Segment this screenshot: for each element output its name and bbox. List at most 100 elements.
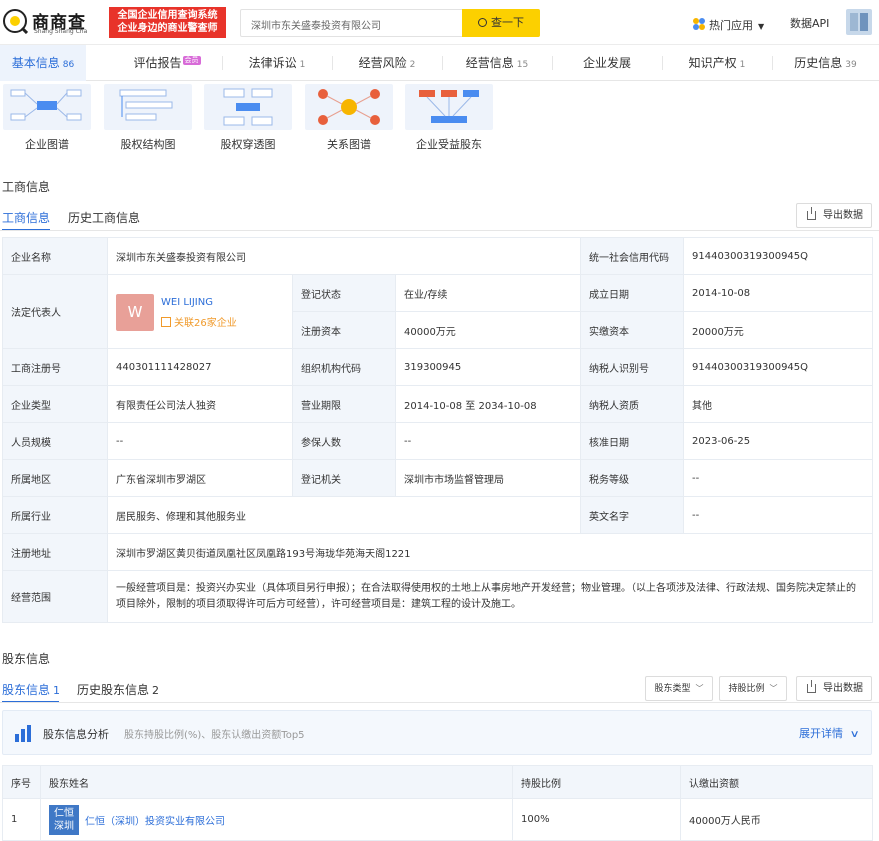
search-box[interactable]: 深圳市东关盛泰投资有限公司 查一下 xyxy=(240,9,540,37)
authority-value: 深圳市市场监督管理局 xyxy=(395,459,581,497)
graph-card-equity-structure[interactable] xyxy=(104,84,192,130)
equity-structure-icon xyxy=(119,89,173,121)
top-header: 商商查 Shang Shang Cha 全国企业信用查询系统 企业身边的商业警查… xyxy=(0,0,879,45)
divider xyxy=(0,702,879,703)
avatar-icon xyxy=(850,13,868,31)
tab-history[interactable]: 历史信息 39 xyxy=(772,45,879,81)
filter-label: 持股比例 xyxy=(728,684,765,694)
hot-apps-menu[interactable]: 热门应用 ▼ xyxy=(692,15,764,33)
tab-operations[interactable]: 经营信息 15 xyxy=(442,45,552,81)
main-tabs: 基本信息 86 评估报告 会员 法律诉讼 1 经营风险 2 经营信息 15 企业发展 知识… xyxy=(0,45,879,81)
row-number: 1 xyxy=(2,798,41,841)
data-api-link[interactable]: 数据API xyxy=(790,15,829,31)
tab-ip[interactable]: 知识产权 1 xyxy=(662,45,772,81)
shareholder-analysis-bar[interactable]: 股东信息分析 股东持股比例(%)、股东认缴出资额Top5 展开详情 ∨ xyxy=(2,710,872,755)
export-label: 导出数据 xyxy=(823,683,863,694)
reg-no-label: 工商注册号 xyxy=(2,348,108,386)
export-button[interactable]: 导出数据 xyxy=(796,203,872,228)
tab-basic-info[interactable]: 基本信息 86 xyxy=(0,45,86,81)
tab-evaluation-report[interactable]: 评估报告 会员 xyxy=(112,45,222,81)
shareholder-table: 序号 股东姓名 持股比例 认缴出资额 1 仁恒深圳 仁恒（深圳）投资实业有限公司 … xyxy=(2,765,873,841)
paid-capital-value: 20000万元 xyxy=(683,311,873,349)
founded-label: 成立日期 xyxy=(580,274,684,312)
authority-label: 登记机关 xyxy=(292,459,396,497)
vip-badge: 会员 xyxy=(182,56,201,65)
subtab-shareholders[interactable]: 股东信息 1 xyxy=(2,681,60,698)
logo-subtitle: Shang Shang Cha xyxy=(34,28,88,35)
tab-risk[interactable]: 经营风险 2 xyxy=(332,45,442,81)
graph-label[interactable]: 企业图谱 xyxy=(3,136,91,152)
tab-count: 86 xyxy=(62,60,75,70)
graph-label[interactable]: 股权穿透图 xyxy=(204,136,292,152)
graph-card-beneficiary[interactable] xyxy=(405,84,493,130)
tab-development[interactable]: 企业发展 xyxy=(552,45,662,81)
graph-label[interactable]: 关系图谱 xyxy=(305,136,393,152)
legal-rep-label: 法定代表人 xyxy=(2,274,108,349)
site-logo[interactable]: 商商查 Shang Shang Cha xyxy=(2,6,94,38)
bar-chart-icon xyxy=(15,725,31,742)
analysis-description: 股东持股比例(%)、股东认缴出资额Top5 xyxy=(124,730,305,741)
subtab-label: 历史股东信息 xyxy=(77,683,150,697)
promo-banner[interactable]: 全国企业信用查询系统 企业身边的商业警查师 xyxy=(109,7,226,38)
legal-rep-name[interactable]: WEI LIJING xyxy=(161,297,213,308)
related-count: 关联26家企业 xyxy=(174,317,237,329)
graph-label[interactable]: 企业受益股东 xyxy=(405,136,493,152)
shareholder-type-filter[interactable]: 股东类型 ﹀ xyxy=(645,676,713,701)
tab-label: 经营风险 xyxy=(358,56,407,70)
founded-value: 2014-10-08 xyxy=(683,274,873,312)
subtab-business-info[interactable]: 工商信息 xyxy=(2,209,50,226)
tab-count: 1 xyxy=(739,60,746,70)
graph-card-relations[interactable] xyxy=(305,84,393,130)
tax-grade-label: 税务等级 xyxy=(580,459,684,497)
share-ratio-filter[interactable]: 持股比例 ﹀ xyxy=(719,676,787,701)
tab-legal[interactable]: 法律诉讼 1 xyxy=(222,45,332,81)
staff-label: 人员规模 xyxy=(2,422,108,460)
credit-code-value: 91440300319300945Q xyxy=(683,237,873,275)
section-title-business: 工商信息 xyxy=(2,180,51,194)
chevron-down-icon: ▼ xyxy=(758,22,765,31)
company-type-value: 有限责任公司法人独资 xyxy=(107,385,293,423)
tax-grade-value: -- xyxy=(683,459,873,497)
promo-line-2: 企业身边的商业警查师 xyxy=(117,23,218,34)
legal-rep-card: W WEI LIJING 关联26家企业 xyxy=(116,277,284,347)
subtab-business-history[interactable]: 历史工商信息 xyxy=(68,209,140,226)
approve-date-label: 核准日期 xyxy=(580,422,684,460)
reg-capital-label: 注册资本 xyxy=(292,311,396,349)
reg-status-label: 登记状态 xyxy=(292,274,396,312)
english-name-value: -- xyxy=(683,496,873,534)
tab-count: 1 xyxy=(299,60,306,70)
export-icon xyxy=(807,207,816,220)
reg-status-value: 在业/存续 xyxy=(395,274,581,312)
shareholder-name-cell: 仁恒深圳 仁恒（深圳）投资实业有限公司 xyxy=(40,798,513,841)
tab-label: 历史信息 xyxy=(794,56,843,70)
expand-details-link[interactable]: 展开详情 ∨ xyxy=(799,725,860,741)
graph-card-enterprise[interactable] xyxy=(3,84,91,130)
search-button[interactable]: 查一下 xyxy=(462,9,540,37)
term-value: 2014-10-08 至 2034-10-08 xyxy=(395,385,581,423)
subtab-shareholder-history[interactable]: 历史股东信息 2 xyxy=(77,681,159,698)
export-button[interactable]: 导出数据 xyxy=(796,676,872,701)
search-input[interactable]: 深圳市东关盛泰投资有限公司 xyxy=(251,17,381,32)
relations-graph-icon xyxy=(318,89,380,125)
tab-label: 基本信息 xyxy=(11,56,60,70)
chevron-down-icon: ﹀ xyxy=(769,684,778,693)
scope-label: 经营范围 xyxy=(2,570,108,623)
graph-label[interactable]: 股权结构图 xyxy=(104,136,192,152)
org-code-value: 319300945 xyxy=(395,348,581,386)
graph-card-equity-penetration[interactable] xyxy=(204,84,292,130)
tab-count: 39 xyxy=(845,60,857,70)
industry-label: 所属行业 xyxy=(2,496,108,534)
tab-label: 知识产权 xyxy=(688,56,737,70)
column-header: 股东姓名 xyxy=(40,765,513,799)
tab-label: 经营信息 xyxy=(465,56,514,70)
staff-value: -- xyxy=(107,422,293,460)
legal-rep-avatar[interactable]: W xyxy=(116,293,154,331)
insured-value: -- xyxy=(395,422,581,460)
legal-rep-cell: W WEI LIJING 关联26家企业 xyxy=(107,274,293,349)
org-code-label: 组织机构代码 xyxy=(292,348,396,386)
subtab-count: 2 xyxy=(152,684,160,697)
legal-rep-related-link[interactable]: 关联26家企业 xyxy=(161,314,237,329)
shareholder-name-link[interactable]: 仁恒（深圳）投资实业有限公司 xyxy=(85,816,225,827)
credit-code-label: 统一社会信用代码 xyxy=(580,237,684,275)
user-avatar[interactable] xyxy=(846,9,872,35)
